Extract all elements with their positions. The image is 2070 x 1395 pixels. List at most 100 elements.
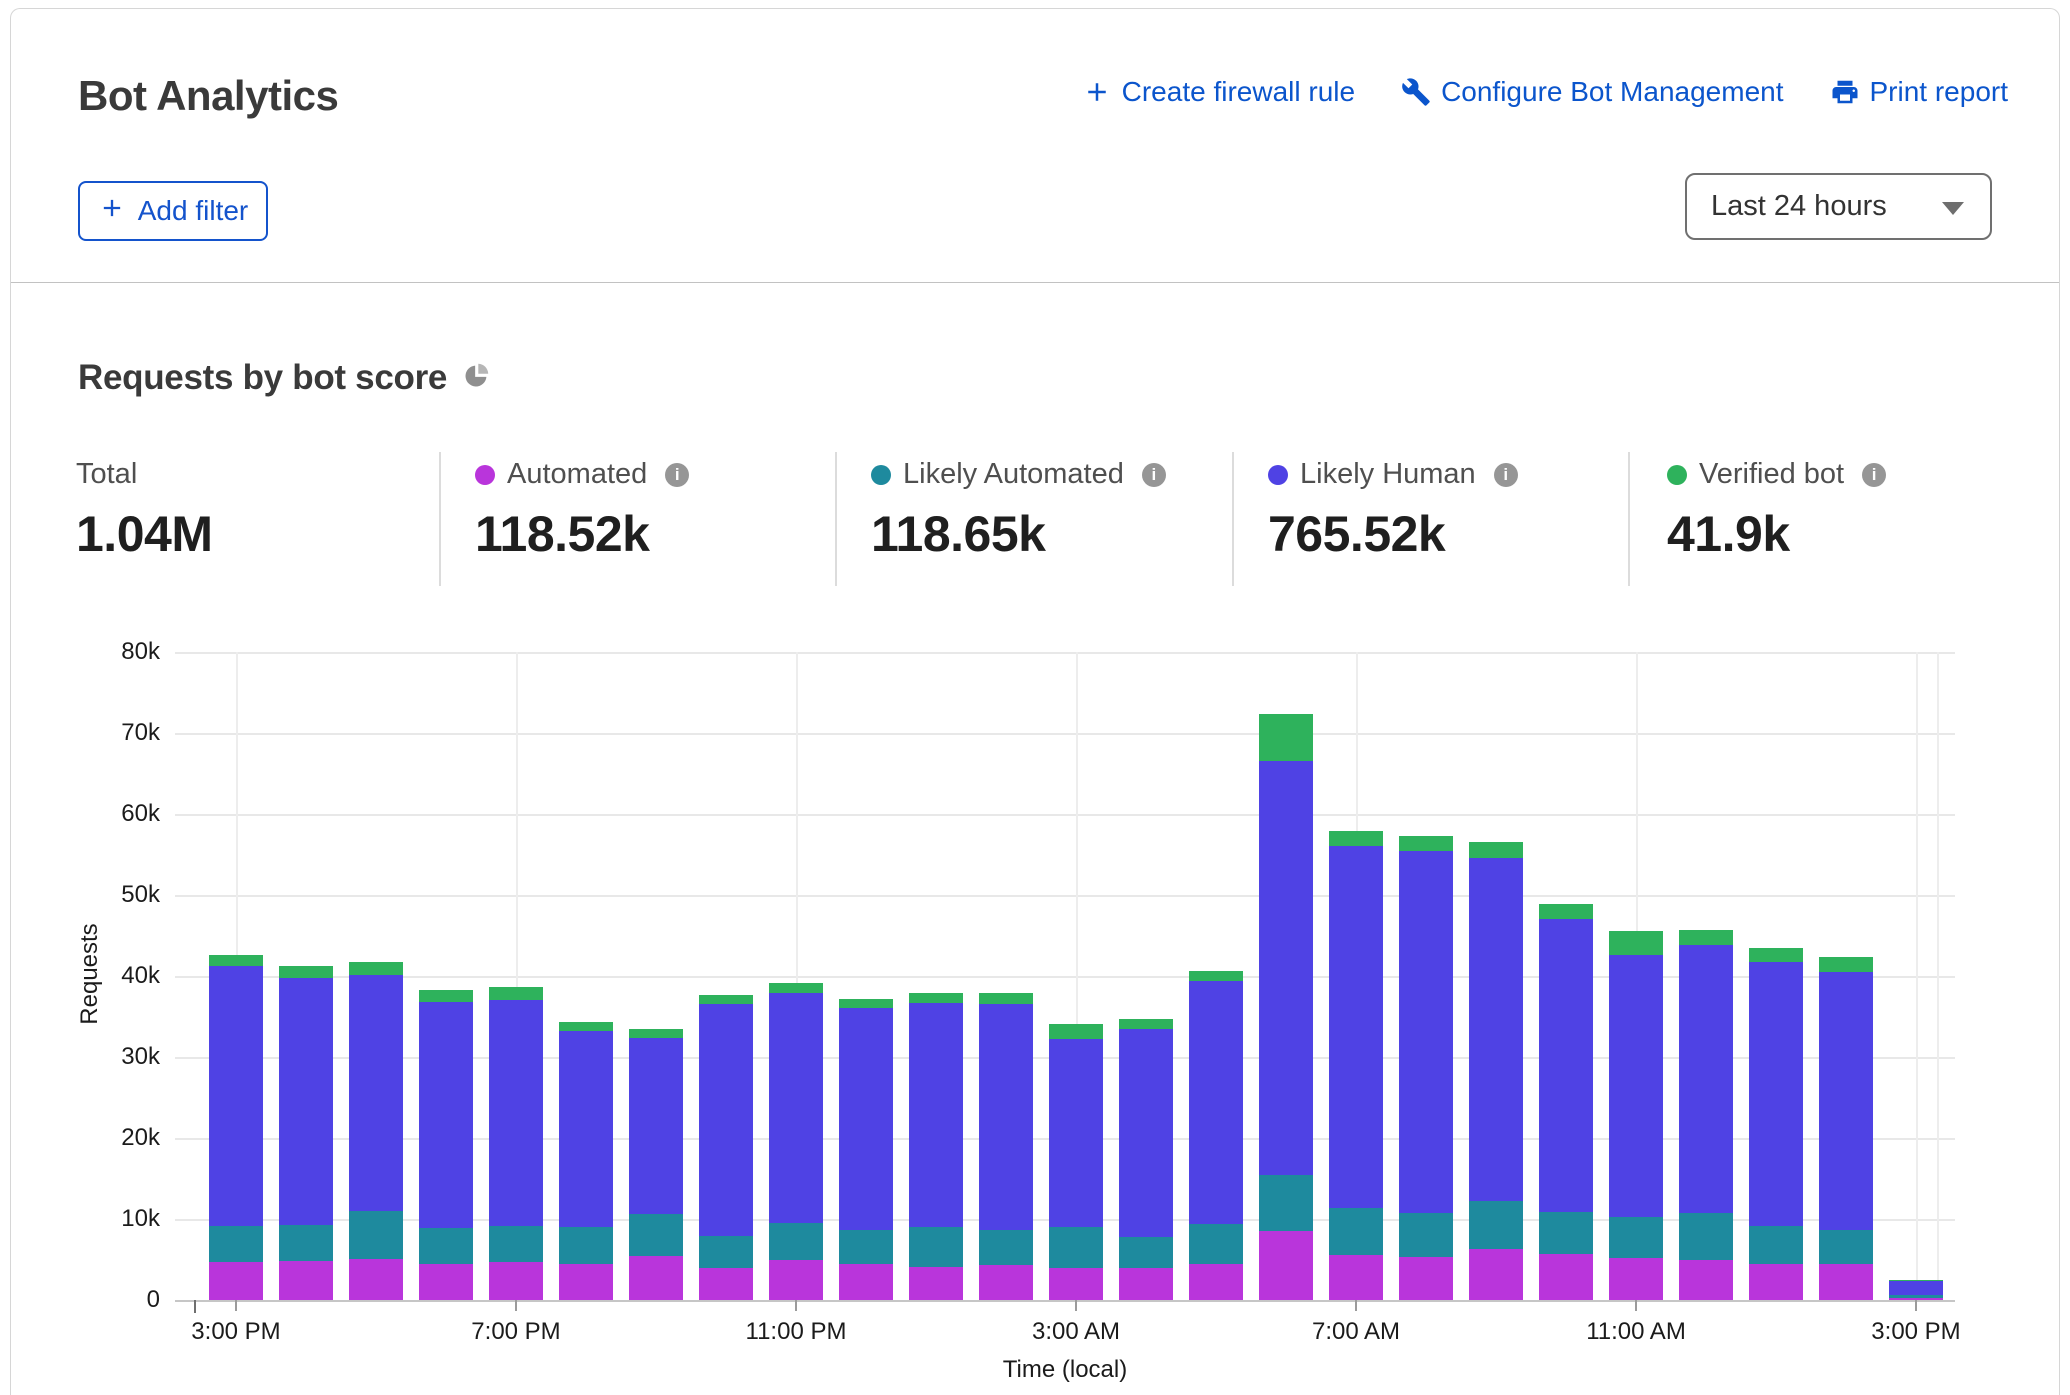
bar-segment-likely-human[interactable] [839, 1008, 893, 1231]
configure-bot-management-link[interactable]: Configure Bot Management [1401, 76, 1783, 108]
bar-segment-likely-automated[interactable] [1679, 1213, 1733, 1259]
bar-segment-likely-automated[interactable] [1399, 1213, 1453, 1257]
bar-segment-verified-bot[interactable] [349, 962, 403, 975]
bar-segment-automated[interactable] [1189, 1264, 1243, 1300]
bar-segment-automated[interactable] [1749, 1264, 1803, 1300]
bar-segment-automated[interactable] [1119, 1268, 1173, 1300]
bar-segment-verified-bot[interactable] [489, 987, 543, 1000]
bar-segment-likely-automated[interactable] [559, 1227, 613, 1264]
chart-bar[interactable] [1609, 931, 1663, 1300]
chart-bar[interactable] [769, 983, 823, 1300]
bar-segment-verified-bot[interactable] [1259, 714, 1313, 760]
chart-bar[interactable] [909, 993, 963, 1300]
bar-segment-verified-bot[interactable] [1049, 1024, 1103, 1039]
chart-bar[interactable] [1049, 1024, 1103, 1300]
info-icon[interactable]: i [1494, 463, 1518, 487]
bar-segment-verified-bot[interactable] [1539, 904, 1593, 919]
bar-segment-verified-bot[interactable] [1819, 957, 1873, 972]
bar-segment-likely-automated[interactable] [349, 1211, 403, 1259]
bar-segment-likely-automated[interactable] [1609, 1217, 1663, 1258]
bar-segment-verified-bot[interactable] [1749, 948, 1803, 962]
bar-segment-likely-automated[interactable] [1819, 1230, 1873, 1264]
bar-segment-likely-human[interactable] [1819, 972, 1873, 1230]
bar-segment-likely-automated[interactable] [209, 1226, 263, 1262]
bar-segment-verified-bot[interactable] [909, 993, 963, 1003]
bar-segment-likely-automated[interactable] [1259, 1175, 1313, 1231]
bar-segment-likely-human[interactable] [1329, 846, 1383, 1209]
bar-segment-likely-human[interactable] [1119, 1029, 1173, 1237]
bar-segment-automated[interactable] [349, 1259, 403, 1300]
bar-segment-likely-automated[interactable] [979, 1230, 1033, 1265]
create-firewall-rule-link[interactable]: Create firewall rule [1082, 76, 1355, 108]
bar-segment-automated[interactable] [489, 1262, 543, 1300]
bar-segment-likely-automated[interactable] [629, 1214, 683, 1256]
bar-segment-likely-automated[interactable] [909, 1227, 963, 1267]
bar-segment-verified-bot[interactable] [1329, 831, 1383, 846]
bar-segment-likely-human[interactable] [559, 1031, 613, 1227]
bar-segment-automated[interactable] [769, 1260, 823, 1300]
stat-likely-human[interactable]: Likely Humani765.52k [1268, 458, 1518, 563]
bar-segment-verified-bot[interactable] [1399, 836, 1453, 851]
bar-segment-verified-bot[interactable] [1119, 1019, 1173, 1029]
chart-bar[interactable] [1399, 836, 1453, 1300]
bar-segment-likely-human[interactable] [1469, 858, 1523, 1201]
bar-segment-automated[interactable] [1819, 1264, 1873, 1300]
bar-segment-likely-human[interactable] [1679, 945, 1733, 1213]
bar-segment-likely-human[interactable] [629, 1038, 683, 1215]
chart-bar[interactable] [1679, 930, 1733, 1300]
bar-segment-verified-bot[interactable] [1189, 971, 1243, 981]
bar-segment-likely-automated[interactable] [1539, 1212, 1593, 1254]
stat-automated[interactable]: Automatedi118.52k [475, 458, 689, 563]
bar-segment-likely-automated[interactable] [1469, 1201, 1523, 1249]
bar-segment-verified-bot[interactable] [1469, 842, 1523, 857]
bar-segment-verified-bot[interactable] [559, 1022, 613, 1031]
info-icon[interactable]: i [665, 463, 689, 487]
chart-bar[interactable] [1189, 971, 1243, 1300]
bar-segment-automated[interactable] [839, 1264, 893, 1300]
bar-segment-verified-bot[interactable] [839, 999, 893, 1008]
chart-bar[interactable] [629, 1029, 683, 1300]
bar-segment-automated[interactable] [1259, 1231, 1313, 1300]
chart-bar[interactable] [1329, 831, 1383, 1300]
chart-bar[interactable] [1539, 904, 1593, 1300]
bar-segment-automated[interactable] [1469, 1249, 1523, 1300]
bar-segment-verified-bot[interactable] [769, 983, 823, 994]
bar-segment-likely-automated[interactable] [279, 1225, 333, 1261]
bar-segment-likely-automated[interactable] [699, 1236, 753, 1268]
bar-segment-automated[interactable] [419, 1264, 473, 1300]
bar-segment-likely-human[interactable] [909, 1003, 963, 1227]
bar-segment-likely-automated[interactable] [489, 1226, 543, 1262]
bar-segment-verified-bot[interactable] [699, 995, 753, 1005]
info-icon[interactable]: i [1142, 463, 1166, 487]
chart-bar[interactable] [209, 955, 263, 1300]
bar-segment-automated[interactable] [209, 1262, 263, 1300]
bar-segment-verified-bot[interactable] [419, 990, 473, 1002]
chart-bar[interactable] [1749, 948, 1803, 1300]
bar-segment-automated[interactable] [1399, 1257, 1453, 1300]
bar-segment-verified-bot[interactable] [1679, 930, 1733, 945]
chart-bar[interactable] [279, 966, 333, 1300]
time-range-select[interactable]: Last 24 hours [1685, 173, 1992, 240]
bar-segment-likely-human[interactable] [279, 978, 333, 1225]
chart-bar[interactable] [839, 999, 893, 1300]
chart-bar[interactable] [1259, 714, 1313, 1300]
bar-segment-likely-human[interactable] [769, 993, 823, 1223]
bar-segment-likely-human[interactable] [489, 1000, 543, 1226]
chart-bar[interactable] [1819, 957, 1873, 1300]
chart-bar[interactable] [1469, 842, 1523, 1300]
bar-segment-automated[interactable] [1049, 1268, 1103, 1300]
chart-bar[interactable] [489, 987, 543, 1300]
bar-segment-automated[interactable] [629, 1256, 683, 1300]
bar-segment-likely-automated[interactable] [1189, 1224, 1243, 1265]
bar-segment-automated[interactable] [279, 1261, 333, 1300]
add-filter-button[interactable]: Add filter [78, 181, 268, 241]
stat-verified-bot[interactable]: Verified boti41.9k [1667, 458, 1886, 563]
bar-segment-automated[interactable] [1539, 1254, 1593, 1300]
bar-segment-automated[interactable] [699, 1268, 753, 1300]
bar-segment-likely-human[interactable] [1189, 981, 1243, 1224]
bar-segment-automated[interactable] [1329, 1255, 1383, 1300]
bar-segment-likely-human[interactable] [1259, 761, 1313, 1176]
bar-segment-automated[interactable] [909, 1267, 963, 1300]
bar-segment-likely-automated[interactable] [1049, 1227, 1103, 1268]
bar-segment-likely-human[interactable] [699, 1004, 753, 1236]
